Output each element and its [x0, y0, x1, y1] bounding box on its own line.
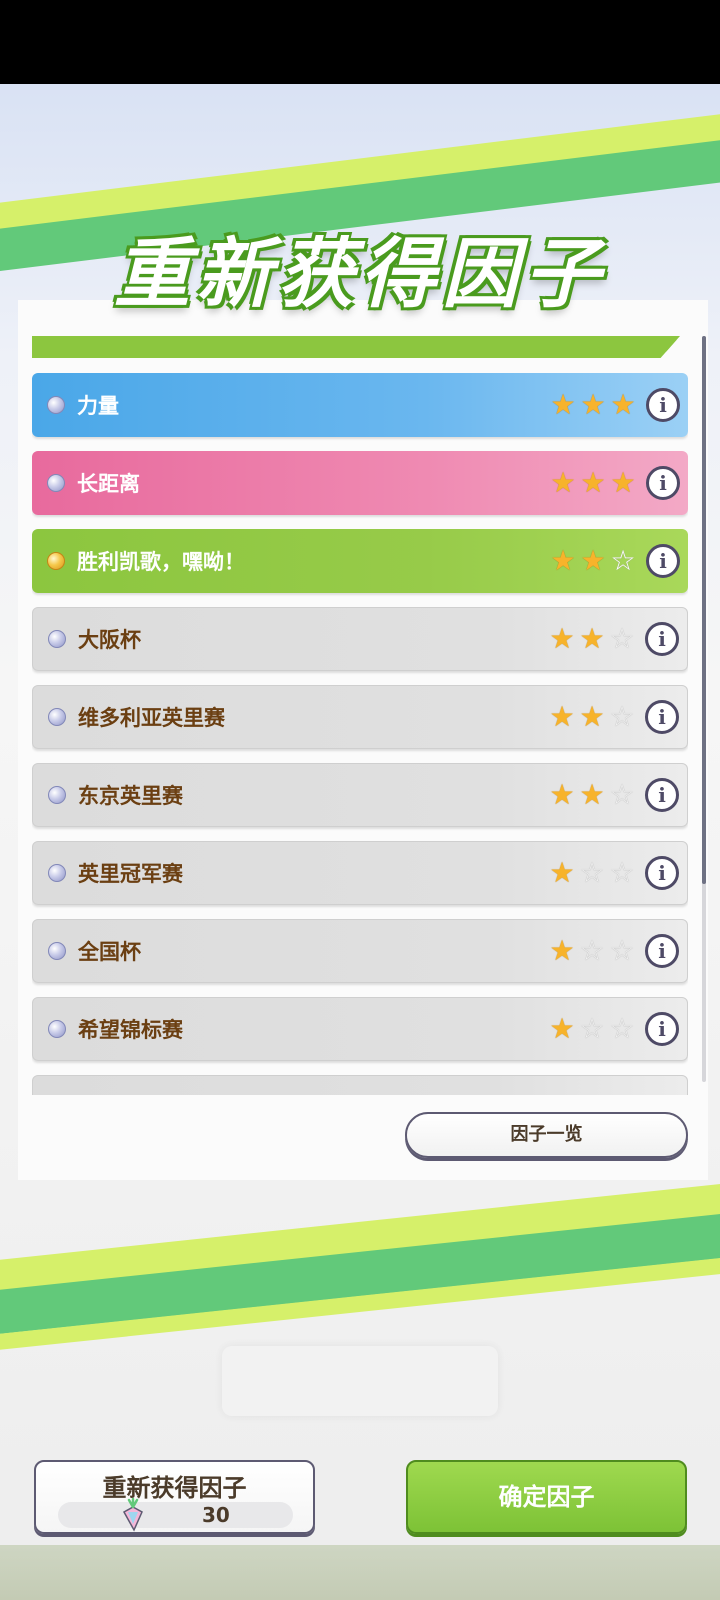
star-rating: ★ ☆ ☆ [547, 858, 637, 888]
star-rating: ★ ☆ ☆ [547, 936, 637, 966]
star-icon: ☆ [579, 934, 605, 967]
factor-row[interactable]: 力量 ★ ★ ★ i [32, 373, 688, 437]
info-icon[interactable]: i [645, 934, 679, 968]
star-icon: ★ [549, 934, 575, 967]
star-rating: ★ ★ ★ [548, 468, 638, 498]
bullet-icon [47, 396, 65, 414]
bullet-icon [47, 474, 65, 492]
star-icon: ☆ [610, 544, 636, 577]
factor-row[interactable]: 维多利亚英里赛 ★ ★ ☆ i [32, 685, 688, 749]
info-icon[interactable]: i [645, 856, 679, 890]
factor-name: 英里冠军赛 [78, 862, 183, 886]
info-icon[interactable]: i [646, 544, 680, 578]
star-icon: ☆ [609, 778, 635, 811]
star-icon: ☆ [609, 934, 635, 967]
factor-name: 胜利凯歌，嘿呦！ [77, 550, 245, 574]
star-icon: ☆ [609, 856, 635, 889]
star-icon: ★ [580, 466, 606, 499]
factor-name: 长距离 [77, 472, 140, 496]
star-icon: ★ [579, 778, 605, 811]
bullet-icon [48, 864, 66, 882]
bullet-icon [48, 786, 66, 804]
reacquire-cost: 30 [202, 1503, 230, 1527]
star-icon: ☆ [579, 856, 605, 889]
star-icon: ★ [549, 622, 575, 655]
factor-name: 希望锦标赛 [78, 1018, 183, 1042]
info-icon[interactable]: i [646, 388, 680, 422]
star-icon: ☆ [609, 622, 635, 655]
star-icon: ★ [580, 544, 606, 577]
info-icon[interactable]: i [645, 778, 679, 812]
info-icon[interactable]: i [645, 700, 679, 734]
status-bar [0, 0, 720, 84]
factor-row[interactable]: 东京英里赛 ★ ★ ☆ i [32, 763, 688, 827]
background-button [222, 1346, 498, 1416]
scrollbar[interactable] [702, 336, 706, 1082]
info-icon[interactable]: i [645, 622, 679, 656]
star-icon: ★ [549, 700, 575, 733]
bullet-icon [48, 708, 66, 726]
star-icon: ☆ [609, 1012, 635, 1045]
info-icon[interactable]: i [645, 1012, 679, 1046]
star-icon: ★ [549, 1012, 575, 1045]
factor-row[interactable]: 胜利凯歌，嘿呦！ ★ ★ ☆ i [32, 529, 688, 593]
factor-name: 全国杯 [78, 940, 141, 964]
carrot-icon [122, 1498, 143, 1532]
scrollbar-thumb[interactable] [702, 336, 706, 884]
confirm-factor-button[interactable]: 确定因子 [406, 1460, 687, 1534]
star-icon: ★ [550, 466, 576, 499]
star-icon: ★ [550, 388, 576, 421]
star-icon: ☆ [609, 700, 635, 733]
star-icon: ★ [549, 778, 575, 811]
star-icon: ★ [549, 856, 575, 889]
factor-list-button[interactable]: 因子一览 [405, 1112, 688, 1158]
star-rating: ★ ☆ ☆ [547, 1014, 637, 1044]
factor-list[interactable]: 力量 ★ ★ ★ i 长距离 ★ ★ ★ i 胜利凯歌，嘿呦！ ★ ★ ☆ i 大阪杯 ★ ★ ☆ i 维多利亚英里赛 ★… [32, 373, 688, 1095]
star-icon: ★ [610, 388, 636, 421]
info-icon[interactable]: i [646, 466, 680, 500]
star-rating: ★ ★ ☆ [547, 624, 637, 654]
star-icon: ★ [580, 388, 606, 421]
factor-name: 力量 [77, 394, 119, 418]
factor-row[interactable]: 希望锦标赛 ★ ☆ ☆ i [32, 997, 688, 1061]
reacquire-button[interactable]: 重新获得因子 30 [34, 1460, 315, 1534]
page-title: 重新获得因子 [0, 212, 720, 322]
star-icon: ★ [579, 622, 605, 655]
factor-name: 大阪杯 [78, 628, 141, 652]
cost-pill [58, 1502, 293, 1528]
bullet-icon [48, 1020, 66, 1038]
star-rating: ★ ★ ☆ [547, 702, 637, 732]
factor-row[interactable]: 全国杯 ★ ☆ ☆ i [32, 919, 688, 983]
factor-name: 维多利亚英里赛 [78, 706, 225, 730]
factor-name: 东京英里赛 [78, 784, 183, 808]
star-icon: ☆ [579, 1012, 605, 1045]
background-fence [0, 1545, 720, 1600]
list-header-bar [32, 336, 680, 358]
factor-row[interactable]: 英里冠军赛 ★ ☆ ☆ i [32, 841, 688, 905]
bullet-icon [47, 552, 65, 570]
star-icon: ★ [550, 544, 576, 577]
bullet-icon [48, 630, 66, 648]
factor-row[interactable] [32, 1075, 688, 1095]
star-icon: ★ [579, 700, 605, 733]
bullet-icon [48, 942, 66, 960]
factor-row[interactable]: 长距离 ★ ★ ★ i [32, 451, 688, 515]
star-icon: ★ [610, 466, 636, 499]
star-rating: ★ ★ ☆ [547, 780, 637, 810]
factor-row[interactable]: 大阪杯 ★ ★ ☆ i [32, 607, 688, 671]
reacquire-label: 重新获得因子 [102, 1474, 247, 1502]
star-rating: ★ ★ ☆ [548, 546, 638, 576]
star-rating: ★ ★ ★ [548, 390, 638, 420]
